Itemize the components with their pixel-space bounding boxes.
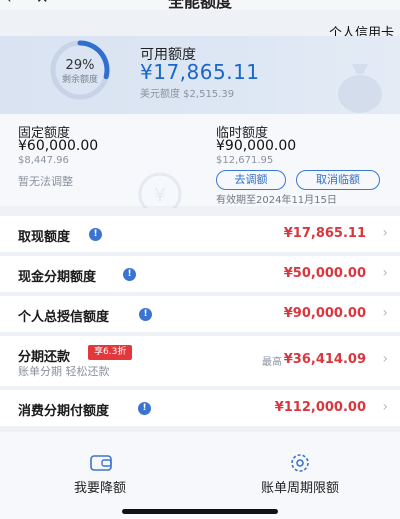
total-credit-label: 个人总授信额度 <box>18 310 110 325</box>
info-icon[interactable]: ! <box>89 228 102 241</box>
max-prefix: 最高 <box>262 357 282 368</box>
cash-installment-value: ¥50,000.00 <box>283 266 366 281</box>
wallet-icon[interactable] <box>89 452 113 474</box>
cancel-temp-limit-button[interactable]: 取消临额 <box>296 170 380 190</box>
billing-cycle-limit-button[interactable]: 账单周期限额 <box>240 477 360 496</box>
installment-repay-value: ¥36,414.09 <box>283 352 366 367</box>
money-bag-icon <box>338 64 382 113</box>
usd-credit-line: 美元额度 $2,515.39 <box>140 89 235 100</box>
temp-limit-value: ¥90,000.00 <box>216 138 297 154</box>
yen-coin-icon: ¥ <box>138 172 182 208</box>
svg-text:¥: ¥ <box>154 185 165 206</box>
consumer-installment-row[interactable]: 消费分期付额度 ! ¥112,000.00 › <box>0 390 400 426</box>
settings-icon[interactable] <box>288 452 312 474</box>
adjust-limit-button[interactable]: 去调额 <box>216 170 286 190</box>
temp-limit-expiry: 有效期至2024年11月15日 <box>216 195 337 206</box>
consumer-installment-label: 消费分期付额度 <box>18 404 110 419</box>
fixed-limit-value: ¥60,000.00 <box>18 138 99 154</box>
temp-limit-usd: $12,671.95 <box>216 155 274 166</box>
reduce-limit-button[interactable]: 我要降额 <box>50 477 150 496</box>
page-title: 全能额度 <box>167 0 232 11</box>
total-credit-value: ¥90,000.00 <box>283 306 366 321</box>
remaining-label: 剩余额度 <box>61 75 98 85</box>
bottom-action-bar <box>0 432 400 519</box>
home-indicator <box>122 509 278 514</box>
chevron-right-icon: › <box>382 225 388 241</box>
cash-installment-row[interactable]: 现金分期额度 ! ¥50,000.00 › <box>0 256 400 292</box>
remaining-percent: 29% <box>65 58 95 73</box>
chevron-right-icon: › <box>382 351 388 367</box>
info-icon[interactable]: ! <box>123 268 136 281</box>
consumer-installment-value: ¥112,000.00 <box>274 400 366 415</box>
fixed-limit-usd: $8,447.96 <box>18 155 69 166</box>
cash-limit-value: ¥17,865.11 <box>283 226 366 241</box>
chevron-right-icon: › <box>382 305 388 321</box>
discount-badge: 享6.3折 <box>88 345 133 360</box>
available-value: ¥17,865.11 <box>140 60 260 84</box>
cash-limit-label: 取现额度 <box>18 230 71 245</box>
installment-repay-subtitle: 账单分期 轻松还款 <box>18 365 110 378</box>
chevron-right-icon: › <box>382 399 388 415</box>
cash-installment-label: 现金分期额度 <box>18 270 97 285</box>
info-icon[interactable]: ! <box>139 308 152 321</box>
total-credit-row[interactable]: 个人总授信额度 ! ¥90,000.00 › <box>0 296 400 332</box>
fixed-limit-note: 暂无法调整 <box>18 175 73 188</box>
cash-limit-row[interactable]: 取现额度 ! ¥17,865.11 › <box>0 216 400 252</box>
chevron-right-icon: › <box>382 265 388 281</box>
nav-bar: ‹ ✕ 全能额度 <box>0 0 400 11</box>
info-icon[interactable]: ! <box>138 402 151 415</box>
